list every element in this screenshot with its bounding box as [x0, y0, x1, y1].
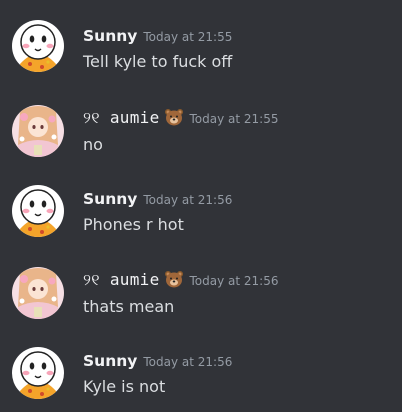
message-text: Phones r hot — [83, 215, 184, 234]
message-header: Sunny Today at 21:56 — [83, 351, 232, 372]
message-header: ୨୧ aumie Today at 21:56 — [83, 270, 279, 293]
timestamp[interactable]: Today at 21:56 — [143, 193, 232, 207]
username[interactable]: Sunny — [83, 352, 137, 370]
timestamp[interactable]: Today at 21:55 — [143, 30, 232, 44]
sunny-avatar[interactable] — [12, 347, 64, 399]
username[interactable]: ୨୧ aumie — [83, 270, 160, 289]
aumie-avatar[interactable] — [12, 105, 64, 157]
username[interactable]: Sunny — [83, 190, 137, 208]
message-item: Sunny Today at 21:56 Phones r hot — [0, 163, 402, 237]
bear-emoji-icon — [164, 108, 184, 131]
sunny-avatar[interactable] — [12, 185, 64, 237]
message-item: ୨୧ aumie Today at 21:55 no — [0, 82, 402, 157]
aumie-avatar[interactable] — [12, 267, 64, 319]
message-header: Sunny Today at 21:56 — [83, 189, 232, 210]
message-item: ୨୧ aumie Today at 21:56 thats mean — [0, 245, 402, 319]
message-item: Sunny Today at 21:55 Tell kyle to fuck of… — [0, 0, 402, 72]
message-text: Kyle is not — [83, 377, 166, 396]
message-text: thats mean — [83, 297, 175, 316]
username[interactable]: ୨୧ aumie — [83, 108, 160, 127]
username[interactable]: Sunny — [83, 27, 137, 45]
timestamp[interactable]: Today at 21:56 — [190, 274, 279, 288]
timestamp[interactable]: Today at 21:56 — [143, 355, 232, 369]
bear-emoji-icon — [164, 270, 184, 293]
message-text: no — [83, 135, 103, 154]
timestamp[interactable]: Today at 21:55 — [190, 112, 279, 126]
message-item: Sunny Today at 21:56 Kyle is not — [0, 327, 402, 399]
message-header: ୨୧ aumie Today at 21:55 — [83, 108, 279, 131]
sunny-avatar[interactable] — [12, 20, 64, 72]
message-header: Sunny Today at 21:55 — [83, 26, 232, 47]
message-text: Tell kyle to fuck off — [83, 52, 233, 71]
